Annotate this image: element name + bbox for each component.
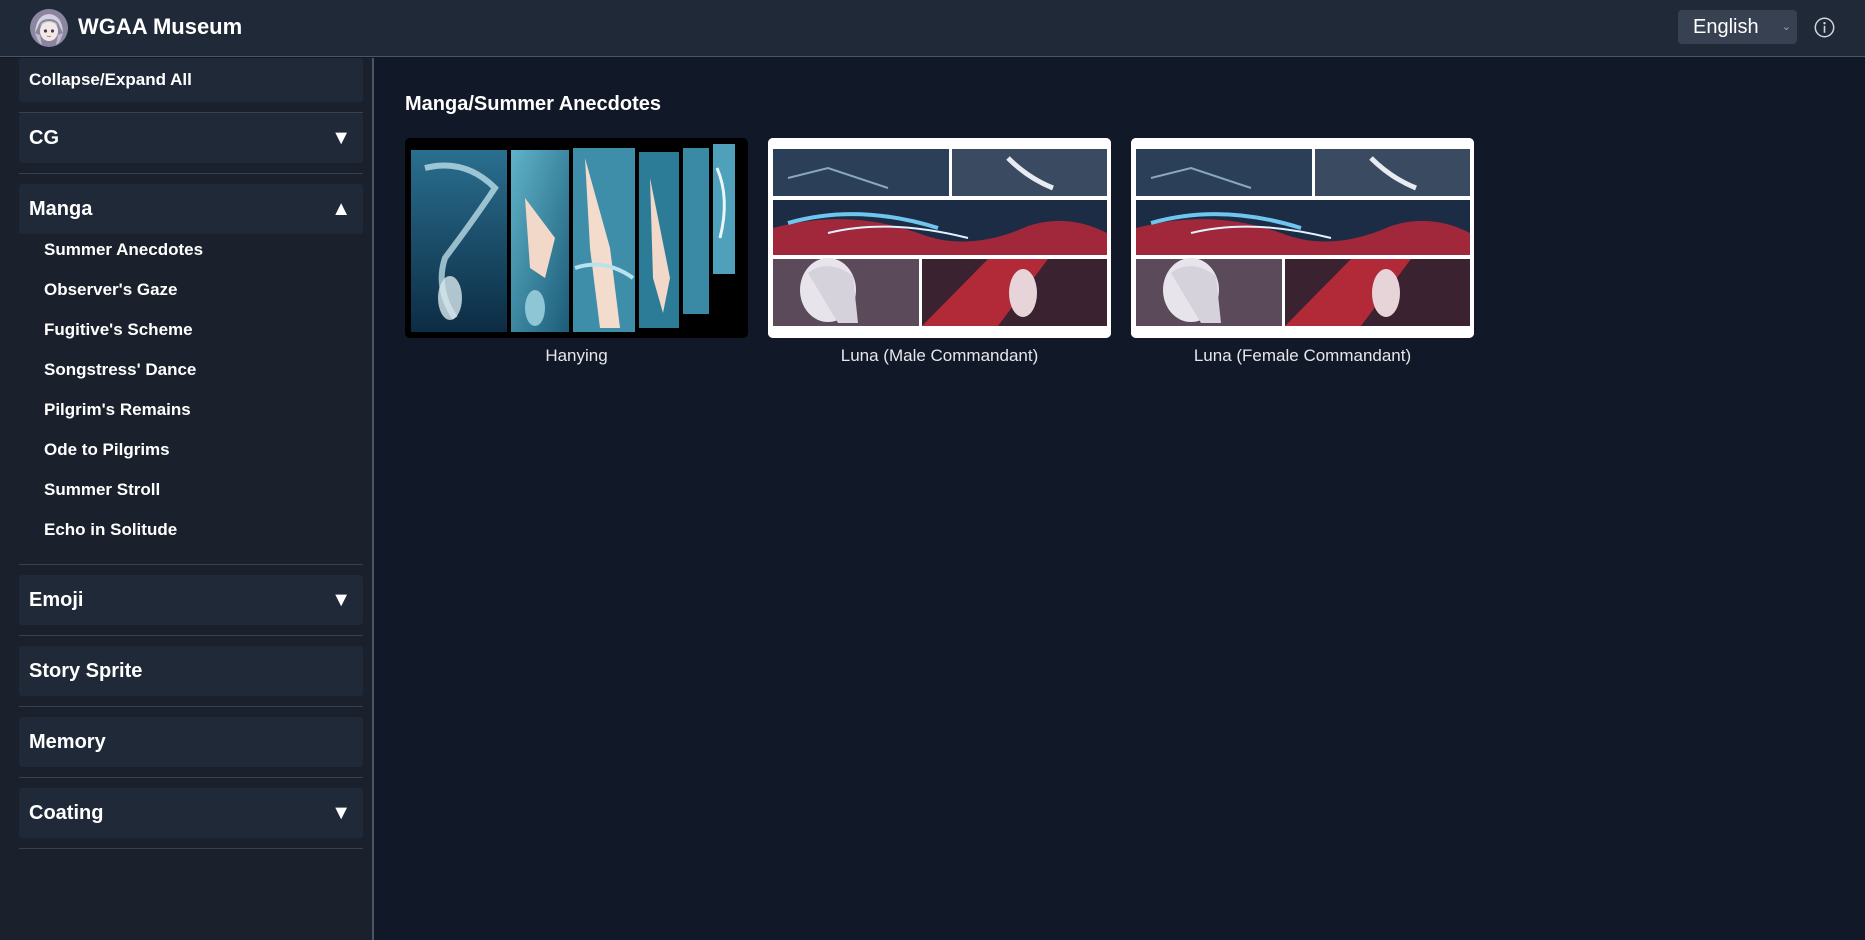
card-label: Hanying (545, 346, 608, 365)
section-memory-label: Memory (29, 731, 106, 753)
section-cg-label: CG (29, 127, 59, 149)
card-label: Luna (Male Commandant) (840, 346, 1039, 365)
section-manga-label: Manga (29, 198, 93, 220)
divider (19, 173, 363, 174)
chevron-down-icon: ▼ (331, 802, 351, 824)
divider (19, 777, 363, 778)
language-select-value: English (1693, 16, 1759, 38)
thumbnail-image[interactable] (405, 138, 748, 338)
section-story-sprite[interactable]: Story Sprite (19, 646, 363, 696)
section-coating[interactable]: Coating ▼ (19, 788, 363, 838)
thumbnail-image[interactable] (1131, 138, 1474, 338)
gallery-card-luna-male[interactable]: Luna (Male Commandant) (768, 138, 1111, 366)
manga-item-echo-in-solitude[interactable]: Echo in Solitude (44, 520, 177, 540)
card-label: Luna (Female Commandant) (1193, 346, 1412, 365)
section-emoji-label: Emoji (29, 589, 84, 611)
gallery-card-hanying[interactable]: Hanying (405, 138, 748, 366)
divider (19, 635, 363, 636)
chevron-down-icon: ▼ (331, 127, 351, 149)
manga-item-fugitives-scheme[interactable]: Fugitive's Scheme (44, 320, 193, 340)
manga-item-ode-to-pilgrims[interactable]: Ode to Pilgrims (44, 440, 170, 460)
manga-item-pilgrims-remains[interactable]: Pilgrim's Remains (44, 400, 191, 420)
thumbnail-image[interactable] (768, 138, 1111, 338)
logo-avatar-icon[interactable] (30, 9, 68, 47)
gallery-card-luna-female[interactable]: Luna (Female Commandant) (1131, 138, 1474, 366)
section-cg[interactable]: CG ▼ (19, 113, 363, 163)
divider (19, 706, 363, 707)
chevron-down-icon: ▼ (331, 589, 351, 611)
info-icon[interactable] (1814, 17, 1835, 38)
section-emoji[interactable]: Emoji ▼ (19, 575, 363, 625)
collapse-expand-all-button[interactable]: Collapse/Expand All (19, 58, 363, 102)
page-title: Manga/Summer Anecdotes (405, 93, 661, 115)
chevron-down-icon: ⌄ (1781, 21, 1791, 33)
section-coating-label: Coating (29, 802, 104, 824)
language-select[interactable]: English ⌄ (1678, 10, 1797, 44)
manga-item-summer-anecdotes[interactable]: Summer Anecdotes (44, 240, 203, 260)
manga-item-summer-stroll[interactable]: Summer Stroll (44, 480, 160, 500)
section-manga[interactable]: Manga ▲ (19, 184, 363, 234)
section-story-sprite-label: Story Sprite (29, 660, 143, 682)
sidebar: Collapse/Expand All CG ▼ Manga ▲ Summer … (0, 58, 374, 940)
app-title: WGAA Museum (78, 14, 243, 39)
manga-item-observers-gaze[interactable]: Observer's Gaze (44, 280, 178, 300)
section-memory[interactable]: Memory (19, 717, 363, 767)
manga-item-songstress-dance[interactable]: Songstress' Dance (44, 360, 196, 380)
chevron-up-icon: ▲ (331, 198, 351, 220)
divider (19, 848, 363, 849)
top-header: WGAA Museum English ⌄ (0, 0, 1865, 57)
collapse-expand-all-label: Collapse/Expand All (29, 70, 192, 89)
divider (19, 564, 363, 565)
